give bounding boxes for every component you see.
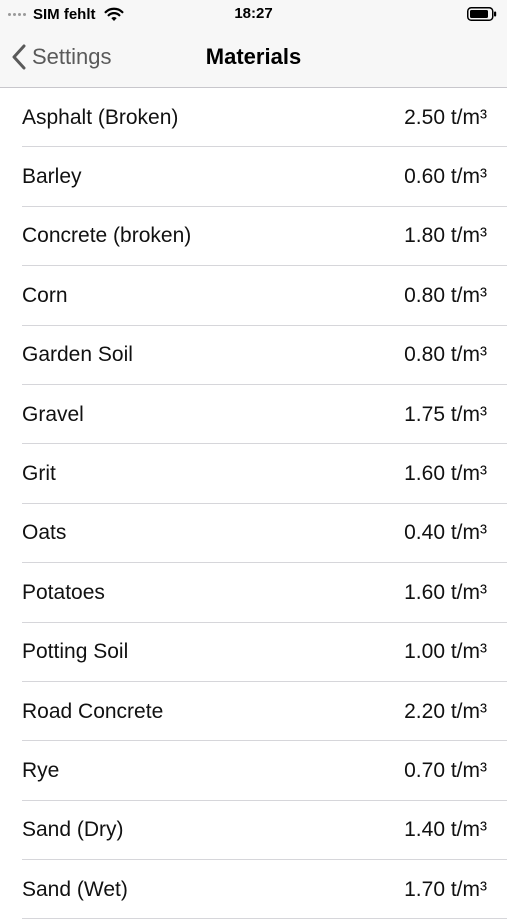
list-item[interactable]: Garden Soil 0.80 t/m³	[0, 326, 507, 386]
material-density: 0.60 t/m³	[404, 165, 487, 189]
material-name: Potting Soil	[22, 640, 129, 664]
material-name: Road Concrete	[22, 699, 164, 723]
list-item[interactable]: Gravel 1.75 t/m³	[0, 385, 507, 445]
material-density: 1.70 t/m³	[404, 877, 487, 901]
material-name: Oats	[22, 521, 67, 545]
list-item[interactable]: Corn 0.80 t/m³	[0, 266, 507, 326]
material-name: Asphalt (Broken)	[22, 105, 179, 129]
list-item[interactable]: Sand (Wet) 1.70 t/m³	[0, 860, 507, 919]
material-density: 1.75 t/m³	[404, 402, 487, 426]
material-density: 1.80 t/m³	[404, 224, 487, 248]
list-item[interactable]: Grit 1.60 t/m³	[0, 444, 507, 505]
material-list: Asphalt (Broken) 2.50 t/m³ Barley 0.60 t…	[0, 88, 507, 919]
battery-icon	[467, 7, 497, 21]
material-density: 1.60 t/m³	[404, 462, 487, 486]
list-item[interactable]: Concrete (broken) 1.80 t/m³	[0, 207, 507, 267]
status-bar: SIM fehlt 18:27	[0, 0, 507, 28]
status-time: 18:27	[234, 5, 273, 22]
material-density: 0.80 t/m³	[404, 343, 487, 367]
material-density: 1.40 t/m³	[404, 818, 487, 842]
material-name: Barley	[22, 165, 82, 189]
page-title: Materials	[205, 44, 302, 69]
material-density: 1.00 t/m³	[404, 640, 487, 664]
material-name: Potatoes	[22, 580, 105, 604]
material-density: 2.20 t/m³	[404, 699, 487, 723]
material-name: Garden Soil	[22, 343, 133, 367]
list-item[interactable]: Oats 0.40 t/m³	[0, 504, 507, 564]
material-density: 0.70 t/m³	[404, 758, 487, 782]
material-density: 0.40 t/m³	[404, 521, 487, 545]
material-density: 1.60 t/m³	[404, 580, 487, 604]
list-item[interactable]: Barley 0.60 t/m³	[0, 147, 507, 208]
material-name: Sand (Wet)	[22, 877, 128, 901]
material-name: Gravel	[22, 402, 84, 426]
material-density: 0.80 t/m³	[404, 283, 487, 307]
material-density: 2.50 t/m³	[404, 105, 487, 129]
material-name: Grit	[22, 462, 56, 486]
navigation-bar: Settings Materials	[0, 28, 507, 88]
material-name: Concrete (broken)	[22, 224, 192, 248]
list-item[interactable]: Potting Soil 1.00 t/m³	[0, 623, 507, 683]
list-item[interactable]: Rye 0.70 t/m³	[0, 741, 507, 802]
list-item[interactable]: Road Concrete 2.20 t/m³	[0, 682, 507, 742]
material-name: Rye	[22, 758, 60, 782]
list-item[interactable]: Potatoes 1.60 t/m³	[0, 563, 507, 623]
list-item[interactable]: Asphalt (Broken) 2.50 t/m³	[0, 88, 507, 148]
material-name: Sand (Dry)	[22, 818, 124, 842]
list-item[interactable]: Sand (Dry) 1.40 t/m³	[0, 801, 507, 861]
material-name: Corn	[22, 283, 68, 307]
